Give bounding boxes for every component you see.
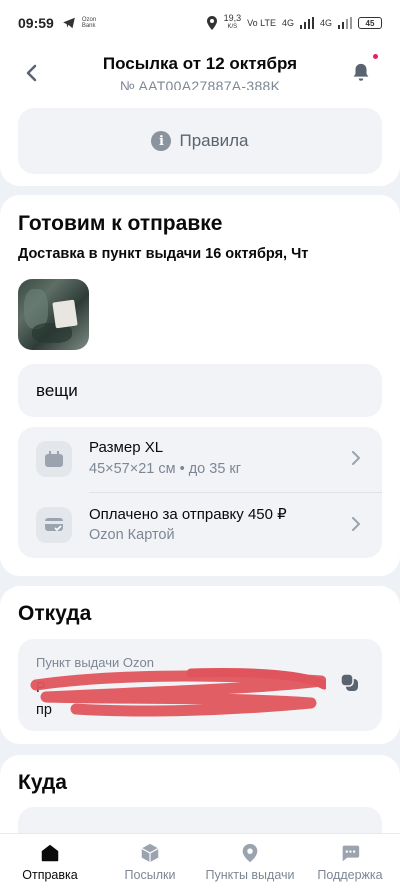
volte-label: Vo LTE	[247, 18, 276, 28]
payment-method: Ozon Картой	[89, 527, 175, 543]
map-pin-icon	[242, 843, 258, 863]
items-description[interactable]: вещи	[18, 364, 382, 417]
tab-parcels[interactable]: Посылки	[100, 834, 200, 889]
shipment-status-card: Готовим к отправке Доставка в пункт выда…	[0, 195, 400, 576]
chevron-right-icon	[352, 517, 360, 531]
payment-row[interactable]: Оплачено за отправку 450 ₽ Ozon Картой	[18, 493, 382, 558]
from-title: Откуда	[18, 602, 92, 625]
location-icon	[206, 16, 217, 30]
size-title: Размер XL	[89, 439, 164, 456]
size-details: 45×57×21 см • до 35 кг	[89, 461, 242, 477]
signal-icon-2	[338, 17, 352, 29]
box-icon	[141, 843, 159, 863]
parcel-photo[interactable]	[18, 279, 89, 350]
to-title: Куда	[18, 771, 67, 794]
size-row[interactable]: Размер XL 45×57×21 см • до 35 кг	[18, 427, 382, 492]
from-card: Откуда Пункт выдачи Ozon Р пр	[0, 586, 400, 744]
notifications-button[interactable]	[350, 62, 372, 84]
payment-title: Оплачено за отправку 450 ₽	[89, 506, 287, 523]
redaction-scribble	[30, 668, 326, 717]
rules-card: i Правила	[0, 90, 400, 186]
notification-dot	[373, 54, 378, 59]
status-bar: 09:59 Ozon Bank 19,3 K/S Vo LTE 4G 4G 45	[0, 0, 400, 46]
chevron-right-icon	[352, 451, 360, 465]
status-right-icons: 19,3 K/S Vo LTE 4G 4G 45	[206, 14, 382, 32]
tab-send[interactable]: Отправка	[0, 834, 100, 889]
copy-icon[interactable]	[340, 673, 360, 693]
card-paid-icon	[36, 507, 72, 543]
signal-icon	[299, 17, 314, 29]
network-4g-label-2: 4G	[319, 18, 332, 28]
tab-support[interactable]: Поддержка	[300, 834, 400, 889]
home-icon	[41, 844, 59, 862]
battery-icon: 45	[358, 17, 382, 29]
bell-icon	[353, 63, 369, 81]
parcel-info-box: Размер XL 45×57×21 см • до 35 кг Оплачен…	[18, 427, 382, 558]
page-title: Посылка от 12 октября	[102, 54, 298, 73]
telegram-icon	[62, 17, 75, 29]
from-address-box[interactable]: Пункт выдачи Ozon Р пр	[18, 639, 382, 731]
network-4g-label-1: 4G	[281, 18, 294, 28]
bottom-tab-bar: Отправка Посылки Пункты выдачи Поддержка	[0, 833, 400, 889]
network-speed: 19,3 K/S	[223, 13, 242, 31]
tab-pickup-points[interactable]: Пункты выдачи	[200, 834, 300, 889]
info-icon: i	[151, 131, 172, 151]
status-time: 09:59	[18, 15, 54, 31]
status-left-icons: Ozon Bank	[62, 16, 96, 30]
rules-button[interactable]: i Правила	[18, 108, 382, 174]
chat-icon	[342, 845, 360, 862]
status-title: Готовим к отправке	[18, 212, 223, 235]
ozon-bank-notification: Ozon Bank	[81, 17, 97, 29]
delivery-date: Доставка в пункт выдачи 16 октября, Чт	[18, 246, 309, 262]
box-size-icon	[36, 441, 72, 477]
rules-label: Правила	[179, 131, 249, 150]
